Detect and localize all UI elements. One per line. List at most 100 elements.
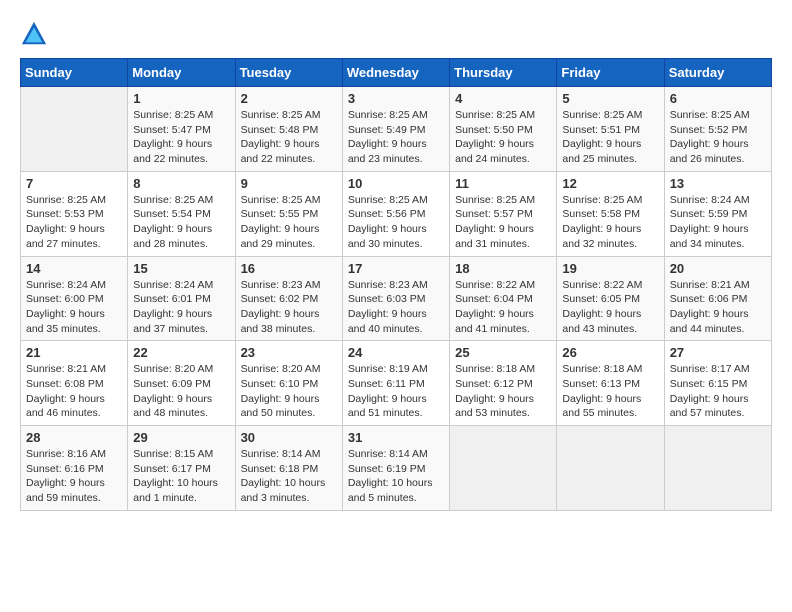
cell-info: Sunrise: 8:19 AM Sunset: 6:11 PM Dayligh…	[348, 362, 444, 421]
calendar-cell: 27 Sunrise: 8:17 AM Sunset: 6:15 PM Dayli…	[664, 341, 771, 426]
cell-info: Sunrise: 8:20 AM Sunset: 6:09 PM Dayligh…	[133, 362, 229, 421]
calendar-body: 1 Sunrise: 8:25 AM Sunset: 5:47 PM Daylig…	[21, 87, 772, 511]
cell-info: Sunrise: 8:25 AM Sunset: 5:49 PM Dayligh…	[348, 108, 444, 167]
day-number: 29	[133, 430, 229, 445]
calendar-cell	[450, 426, 557, 511]
calendar-cell: 21Sunrise: 8:21 AM Sunset: 6:08 PM Dayli…	[21, 341, 128, 426]
day-number: 12	[562, 176, 658, 191]
calendar-cell: 15 Sunrise: 8:24 AM Sunset: 6:01 PM Dayli…	[128, 256, 235, 341]
header-row: SundayMondayTuesdayWednesdayThursdayFrid…	[21, 59, 772, 87]
weekday-header-monday: Monday	[128, 59, 235, 87]
calendar-cell: 18 Sunrise: 8:22 AM Sunset: 6:04 PM Dayli…	[450, 256, 557, 341]
logo-icon	[20, 20, 48, 48]
cell-info: Sunrise: 8:18 AM Sunset: 6:13 PM Dayligh…	[562, 362, 658, 421]
weekday-header-saturday: Saturday	[664, 59, 771, 87]
calendar-cell: 12 Sunrise: 8:25 AM Sunset: 5:58 PM Dayli…	[557, 171, 664, 256]
day-number: 15	[133, 261, 229, 276]
day-number: 19	[562, 261, 658, 276]
calendar-cell: 7 Sunrise: 8:25 AM Sunset: 5:53 PM Daylig…	[21, 171, 128, 256]
cell-info: Sunrise: 8:21 AM Sunset: 6:06 PM Dayligh…	[670, 278, 766, 337]
cell-info: Sunrise: 8:25 AM Sunset: 5:56 PM Dayligh…	[348, 193, 444, 252]
calendar-cell: 9 Sunrise: 8:25 AM Sunset: 5:55 PM Daylig…	[235, 171, 342, 256]
calendar-week-row: 7 Sunrise: 8:25 AM Sunset: 5:53 PM Daylig…	[21, 171, 772, 256]
day-number: 30	[241, 430, 337, 445]
cell-info: Sunrise: 8:22 AM Sunset: 6:05 PM Dayligh…	[562, 278, 658, 337]
calendar-cell: 13 Sunrise: 8:24 AM Sunset: 5:59 PM Dayli…	[664, 171, 771, 256]
calendar-cell: 1 Sunrise: 8:25 AM Sunset: 5:47 PM Daylig…	[128, 87, 235, 172]
cell-info: Sunrise: 8:14 AM Sunset: 6:19 PM Dayligh…	[348, 447, 444, 506]
calendar-cell: 3Sunrise: 8:25 AM Sunset: 5:49 PM Daylig…	[342, 87, 449, 172]
day-number: 4	[455, 91, 551, 106]
day-number: 10	[348, 176, 444, 191]
cell-info: Sunrise: 8:25 AM Sunset: 5:51 PM Dayligh…	[562, 108, 658, 167]
day-number: 6	[670, 91, 766, 106]
calendar-cell: 6Sunrise: 8:25 AM Sunset: 5:52 PM Daylig…	[664, 87, 771, 172]
calendar-cell: 29 Sunrise: 8:15 AM Sunset: 6:17 PM Dayli…	[128, 426, 235, 511]
cell-info: Sunrise: 8:25 AM Sunset: 5:47 PM Dayligh…	[133, 108, 229, 167]
calendar-cell: 5 Sunrise: 8:25 AM Sunset: 5:51 PM Daylig…	[557, 87, 664, 172]
day-number: 26	[562, 345, 658, 360]
cell-info: Sunrise: 8:25 AM Sunset: 5:55 PM Dayligh…	[241, 193, 337, 252]
cell-info: Sunrise: 8:24 AM Sunset: 5:59 PM Dayligh…	[670, 193, 766, 252]
calendar-week-row: 28 Sunrise: 8:16 AM Sunset: 6:16 PM Dayli…	[21, 426, 772, 511]
calendar-cell: 30 Sunrise: 8:14 AM Sunset: 6:18 PM Dayli…	[235, 426, 342, 511]
calendar-cell: 19 Sunrise: 8:22 AM Sunset: 6:05 PM Dayli…	[557, 256, 664, 341]
cell-info: Sunrise: 8:23 AM Sunset: 6:03 PM Dayligh…	[348, 278, 444, 337]
calendar-cell	[664, 426, 771, 511]
cell-info: Sunrise: 8:25 AM Sunset: 5:58 PM Dayligh…	[562, 193, 658, 252]
calendar-cell: 17 Sunrise: 8:23 AM Sunset: 6:03 PM Dayli…	[342, 256, 449, 341]
day-number: 31	[348, 430, 444, 445]
cell-info: Sunrise: 8:15 AM Sunset: 6:17 PM Dayligh…	[133, 447, 229, 506]
calendar-cell: 31 Sunrise: 8:14 AM Sunset: 6:19 PM Dayli…	[342, 426, 449, 511]
day-number: 18	[455, 261, 551, 276]
day-number: 17	[348, 261, 444, 276]
cell-info: Sunrise: 8:25 AM Sunset: 5:54 PM Dayligh…	[133, 193, 229, 252]
day-number: 20	[670, 261, 766, 276]
calendar-table: SundayMondayTuesdayWednesdayThursdayFrid…	[20, 58, 772, 511]
calendar-cell: 23 Sunrise: 8:20 AM Sunset: 6:10 PM Dayli…	[235, 341, 342, 426]
cell-info: Sunrise: 8:17 AM Sunset: 6:15 PM Dayligh…	[670, 362, 766, 421]
day-number: 11	[455, 176, 551, 191]
day-number: 16	[241, 261, 337, 276]
cell-info: Sunrise: 8:20 AM Sunset: 6:10 PM Dayligh…	[241, 362, 337, 421]
calendar-cell: 22 Sunrise: 8:20 AM Sunset: 6:09 PM Dayli…	[128, 341, 235, 426]
cell-info: Sunrise: 8:24 AM Sunset: 6:01 PM Dayligh…	[133, 278, 229, 337]
calendar-cell: 28 Sunrise: 8:16 AM Sunset: 6:16 PM Dayli…	[21, 426, 128, 511]
day-number: 13	[670, 176, 766, 191]
day-number: 22	[133, 345, 229, 360]
day-number: 28	[26, 430, 122, 445]
calendar-cell: 20 Sunrise: 8:21 AM Sunset: 6:06 PM Dayli…	[664, 256, 771, 341]
day-number: 2	[241, 91, 337, 106]
calendar-header: SundayMondayTuesdayWednesdayThursdayFrid…	[21, 59, 772, 87]
day-number: 25	[455, 345, 551, 360]
cell-info: Sunrise: 8:16 AM Sunset: 6:16 PM Dayligh…	[26, 447, 122, 506]
day-number: 27	[670, 345, 766, 360]
calendar-cell: 4Sunrise: 8:25 AM Sunset: 5:50 PM Daylig…	[450, 87, 557, 172]
cell-info: Sunrise: 8:18 AM Sunset: 6:12 PM Dayligh…	[455, 362, 551, 421]
day-number: 21	[26, 345, 122, 360]
calendar-week-row: 14Sunrise: 8:24 AM Sunset: 6:00 PM Dayli…	[21, 256, 772, 341]
cell-info: Sunrise: 8:25 AM Sunset: 5:53 PM Dayligh…	[26, 193, 122, 252]
day-number: 1	[133, 91, 229, 106]
calendar-cell: 10 Sunrise: 8:25 AM Sunset: 5:56 PM Dayli…	[342, 171, 449, 256]
weekday-header-tuesday: Tuesday	[235, 59, 342, 87]
calendar-cell	[557, 426, 664, 511]
calendar-cell: 26 Sunrise: 8:18 AM Sunset: 6:13 PM Dayli…	[557, 341, 664, 426]
weekday-header-sunday: Sunday	[21, 59, 128, 87]
cell-info: Sunrise: 8:14 AM Sunset: 6:18 PM Dayligh…	[241, 447, 337, 506]
day-number: 23	[241, 345, 337, 360]
day-number: 8	[133, 176, 229, 191]
weekday-header-wednesday: Wednesday	[342, 59, 449, 87]
day-number: 7	[26, 176, 122, 191]
day-number: 9	[241, 176, 337, 191]
cell-info: Sunrise: 8:22 AM Sunset: 6:04 PM Dayligh…	[455, 278, 551, 337]
calendar-cell: 8 Sunrise: 8:25 AM Sunset: 5:54 PM Daylig…	[128, 171, 235, 256]
calendar-week-row: 1 Sunrise: 8:25 AM Sunset: 5:47 PM Daylig…	[21, 87, 772, 172]
day-number: 5	[562, 91, 658, 106]
weekday-header-friday: Friday	[557, 59, 664, 87]
calendar-week-row: 21Sunrise: 8:21 AM Sunset: 6:08 PM Dayli…	[21, 341, 772, 426]
cell-info: Sunrise: 8:23 AM Sunset: 6:02 PM Dayligh…	[241, 278, 337, 337]
calendar-cell: 16 Sunrise: 8:23 AM Sunset: 6:02 PM Dayli…	[235, 256, 342, 341]
calendar-cell: 14Sunrise: 8:24 AM Sunset: 6:00 PM Dayli…	[21, 256, 128, 341]
logo	[20, 20, 52, 48]
